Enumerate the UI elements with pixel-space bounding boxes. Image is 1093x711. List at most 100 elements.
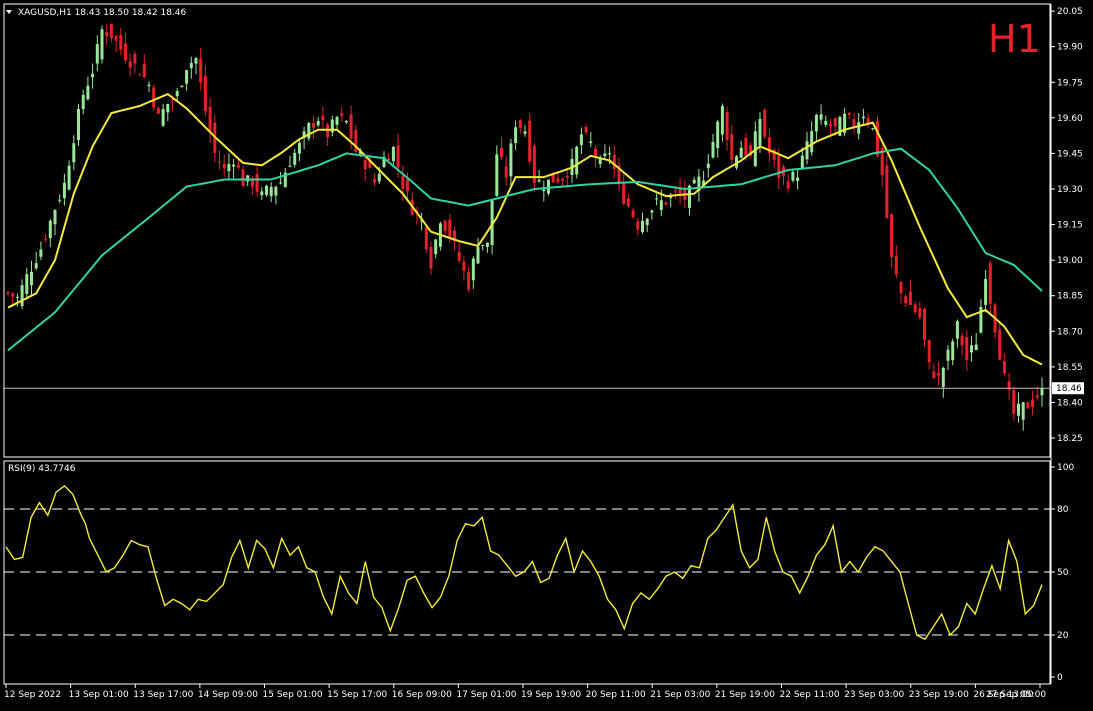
candle-body (631, 210, 635, 218)
candle-body (203, 75, 207, 112)
time-tick-label: 19 Sep 19:00 (521, 690, 581, 700)
candle-body (500, 147, 503, 158)
candle-body (15, 296, 19, 298)
candle-body (528, 120, 532, 162)
time-tick-label: 15 Sep 01:00 (263, 690, 323, 700)
chart-window: 18.46 20.05 19.90 19.75 19.60 19.45 19.30 19.15… (0, 0, 1093, 708)
candle-body (974, 344, 978, 351)
candle-body (105, 32, 109, 37)
candle-body (636, 221, 640, 230)
candle-body (25, 274, 29, 294)
candle-body (598, 158, 602, 165)
candle-body (711, 141, 715, 158)
candle-body (363, 159, 367, 170)
candle-body (1040, 388, 1044, 396)
time-tick-label: 20 Sep 11:00 (586, 690, 646, 700)
price-tick-label: 19.00 (1057, 256, 1083, 266)
time-tick-label: 21 Sep 03:00 (650, 690, 710, 700)
timeframe-watermark: H1 (988, 17, 1041, 61)
candle-body (218, 161, 221, 163)
candle-body (904, 296, 908, 304)
candle-body (655, 198, 659, 200)
candle-body (462, 261, 466, 271)
candle-body (575, 146, 579, 175)
time-tick-label: 15 Sep 17:00 (327, 690, 387, 700)
candle-body (86, 85, 90, 100)
candle-body (340, 113, 344, 116)
candle-body (791, 171, 795, 181)
candle-body (81, 94, 85, 110)
candle-body (396, 145, 400, 168)
candle-body (288, 165, 292, 167)
candle-body (457, 251, 461, 261)
candle-body (565, 175, 569, 178)
candle-body (805, 141, 809, 160)
candle-body (645, 218, 649, 226)
candle-body (241, 169, 245, 187)
candle-body (72, 143, 76, 163)
candle-body (128, 61, 132, 68)
candle-body (819, 114, 823, 120)
candle-body (406, 179, 409, 192)
candle-body (913, 304, 917, 313)
candle-body (124, 43, 127, 61)
candle-body (720, 105, 724, 135)
candle-body (255, 174, 259, 192)
candle-body (11, 293, 15, 297)
triangle-down-icon[interactable] (6, 10, 12, 14)
candle-body (857, 122, 861, 134)
candle-body (622, 183, 626, 204)
candle-body (998, 329, 1002, 360)
candle-body (650, 210, 654, 213)
candle-body (885, 165, 889, 218)
time-tick-label: 27 Sep 05:00 (986, 690, 1046, 700)
price-tick-label: 20.05 (1057, 7, 1083, 17)
candle-body (739, 147, 743, 158)
candle-body (1017, 403, 1020, 416)
candle-body (594, 148, 597, 157)
time-tick-label: 16 Sep 09:00 (392, 690, 452, 700)
candle-body (119, 34, 123, 50)
candle-body (612, 154, 616, 170)
candle-body (514, 127, 518, 144)
candle-body (659, 200, 663, 210)
candle-body (67, 165, 71, 190)
candle-body (495, 154, 499, 196)
candle-body (664, 202, 668, 205)
candle-body (984, 279, 988, 305)
candle-body (481, 245, 485, 247)
candle-body (908, 291, 912, 306)
chart-canvas[interactable]: 18.46 20.05 19.90 19.75 19.60 19.45 19.30 19.15… (0, 0, 1093, 708)
candle-body (960, 335, 964, 346)
price-tick-label: 18.40 (1057, 398, 1083, 408)
candle-body (133, 53, 137, 64)
candle-body (523, 131, 527, 134)
candle-body (95, 44, 99, 64)
candle-body (208, 106, 212, 133)
candle-body (321, 115, 325, 121)
candle-body (758, 118, 762, 146)
time-tick-label: 22 Sep 11:00 (780, 690, 840, 700)
candle-body (970, 345, 973, 353)
candle-body (641, 220, 644, 233)
price-tick-label: 18.55 (1057, 363, 1083, 373)
candle-body (100, 29, 104, 60)
price-tick-label: 19.45 (1057, 149, 1083, 159)
candle-body (786, 181, 790, 189)
candle-body (448, 219, 452, 237)
candle-body (6, 292, 10, 294)
candle-body (829, 124, 832, 127)
candle-body (561, 178, 565, 181)
candle-body (716, 121, 720, 149)
candle-body (584, 126, 588, 133)
price-tick-label: 19.90 (1057, 43, 1083, 53)
candle-body (1031, 399, 1035, 408)
candle-body (274, 186, 278, 196)
candle-body (161, 108, 165, 126)
price-tick-label: 19.15 (1057, 221, 1083, 231)
candle-body (518, 120, 522, 129)
candle-body (876, 120, 879, 156)
candle-body (373, 178, 377, 183)
candle-body (34, 263, 38, 269)
candle-body (236, 164, 240, 168)
